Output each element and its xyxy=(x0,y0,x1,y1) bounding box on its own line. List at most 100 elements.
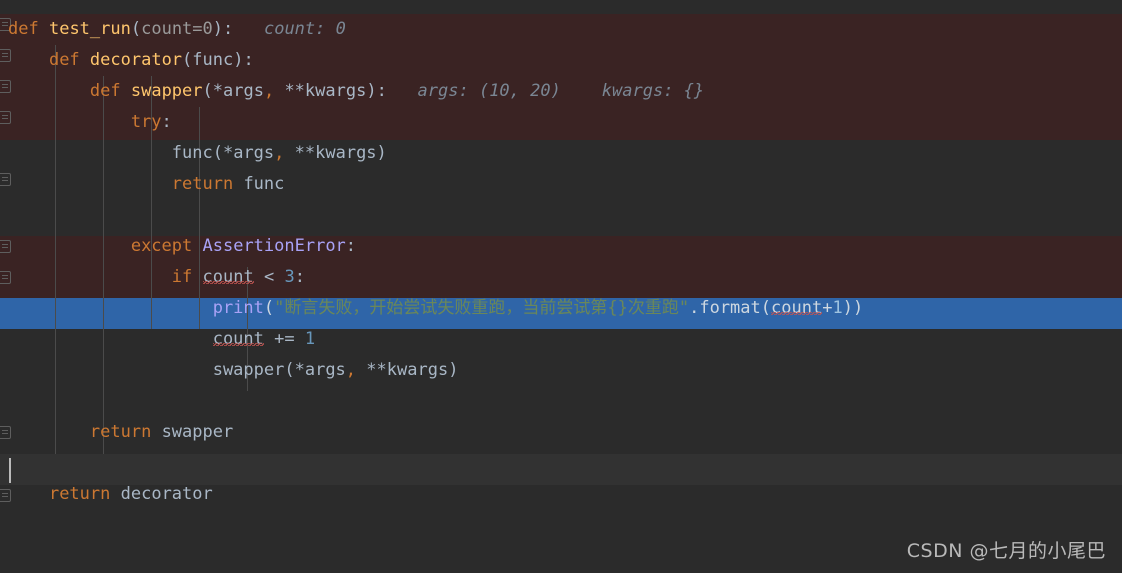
code-line-text: func(*args, **kwargs) xyxy=(8,138,387,169)
code-line-text: def swapper(*args, **kwargs): args: (10,… xyxy=(8,76,704,107)
code-token: AssertionError xyxy=(202,236,346,256)
code-line[interactable]: return func xyxy=(0,169,1122,200)
code-line[interactable]: return decorator xyxy=(0,479,1122,510)
code-token: decorator xyxy=(89,50,183,70)
error-token: count xyxy=(202,267,254,287)
code-token: kwargs xyxy=(386,360,449,380)
code-line[interactable] xyxy=(0,448,1122,479)
code-token: ): xyxy=(366,81,387,101)
code-token: func xyxy=(243,174,285,194)
code-token: except xyxy=(130,236,193,256)
code-token: : xyxy=(161,112,172,132)
code-token: (* xyxy=(212,143,234,163)
code-token: count=0 xyxy=(141,19,213,39)
code-line-text: def test_run(count=0): count: 0 xyxy=(8,14,346,45)
code-line-text: try: xyxy=(8,107,172,138)
code-token: ( xyxy=(130,19,142,39)
code-line-text: swapper(*args, **kwargs) xyxy=(8,355,459,386)
code-token: kwargs xyxy=(315,143,377,163)
code-token: ** xyxy=(356,360,387,380)
code-editor[interactable]: def test_run(count=0): count: 0 def deco… xyxy=(0,0,1122,573)
code-token: (* xyxy=(284,360,305,380)
code-token: 3 xyxy=(284,267,295,287)
code-line[interactable]: func(*args, **kwargs) xyxy=(0,138,1122,169)
code-token: += xyxy=(274,329,295,349)
code-token: args: (10, 20) xyxy=(417,81,561,101)
code-line[interactable]: return swapper xyxy=(0,417,1122,448)
code-token: ** xyxy=(274,81,305,101)
code-line[interactable]: def test_run(count=0): count: 0 xyxy=(0,14,1122,45)
code-line[interactable] xyxy=(0,386,1122,417)
code-token: args xyxy=(233,143,275,163)
error-token: count xyxy=(212,329,264,349)
code-token: )) xyxy=(842,298,864,318)
code-token: try xyxy=(130,112,162,132)
code-token: if xyxy=(171,267,193,287)
code-line-text: except AssertionError: xyxy=(8,231,356,262)
code-token: args xyxy=(223,81,264,101)
code-line[interactable] xyxy=(0,200,1122,231)
code-line[interactable]: def decorator(func): xyxy=(0,45,1122,76)
code-token: swapper xyxy=(212,360,285,380)
code-line[interactable]: def swapper(*args, **kwargs): args: (10,… xyxy=(0,76,1122,107)
code-token: return xyxy=(48,484,111,504)
code-token: decorator xyxy=(120,484,213,504)
code-token: ): xyxy=(212,19,234,39)
code-token: < xyxy=(263,267,275,287)
code-token: ( xyxy=(263,298,275,318)
code-line-text: return func xyxy=(8,169,285,200)
code-token: , xyxy=(274,143,285,163)
code-line[interactable]: if count < 3: xyxy=(0,262,1122,293)
code-token: kwargs xyxy=(304,81,367,101)
code-token: count: 0 xyxy=(263,19,346,39)
code-token: ( xyxy=(182,50,193,70)
code-token: return xyxy=(171,174,234,194)
code-token: swapper xyxy=(130,81,203,101)
code-line[interactable]: print("断言失败，开始尝试失败重跑，当前尝试第{}次重跑".format(… xyxy=(0,293,1122,324)
code-token: func xyxy=(171,143,213,163)
code-token: + xyxy=(822,298,833,318)
code-token: 1 xyxy=(304,329,316,349)
code-token: 1 xyxy=(832,298,843,318)
code-line[interactable]: count += 1 xyxy=(0,324,1122,355)
code-line-text: if count < 3: xyxy=(8,262,305,293)
code-token: return xyxy=(89,422,152,442)
code-token: . xyxy=(689,298,700,318)
code-line[interactable]: try: xyxy=(0,107,1122,138)
code-line-text: return swapper xyxy=(8,417,233,448)
code-token: swapper xyxy=(161,422,234,442)
code-token: ) xyxy=(376,143,387,163)
code-token: ): xyxy=(233,50,254,70)
csdn-watermark: CSDN @七月的小尾巴 xyxy=(906,540,1106,562)
code-line[interactable]: swapper(*args, **kwargs) xyxy=(0,355,1122,386)
code-token: , xyxy=(345,360,357,380)
code-line[interactable]: except AssertionError: xyxy=(0,231,1122,262)
text-caret xyxy=(9,458,11,483)
error-token: count xyxy=(771,298,823,318)
code-token: kwargs: {} xyxy=(601,81,705,101)
code-line-text: return decorator xyxy=(8,479,213,510)
